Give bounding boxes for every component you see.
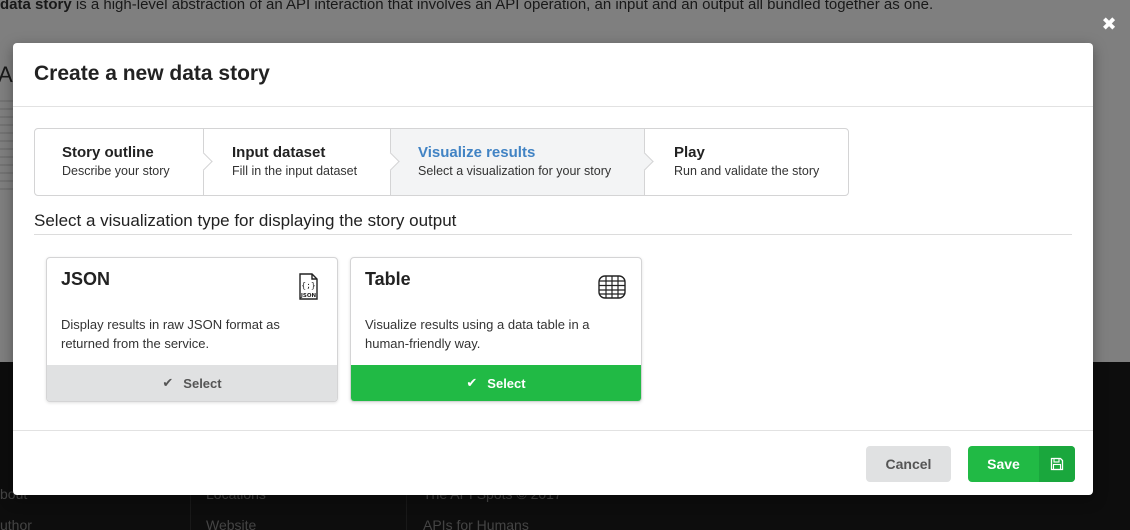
card-description: Visualize results using a data table in … [365,317,590,351]
step-story-outline[interactable]: Story outline Describe your story [35,129,213,195]
button-label: Select [487,375,526,391]
button-label: Select [183,375,222,391]
step-input-dataset[interactable]: Input dataset Fill in the input dataset [203,129,400,195]
save-button-label: Save [987,456,1020,472]
section-title: Select a visualization type for displayi… [34,211,1072,235]
modal-footer: Cancel Save [13,430,1093,495]
modal-header: Create a new data story [13,43,1093,107]
svg-text:{;}: {;} [301,281,315,290]
card-description: Display results in raw JSON format as re… [61,317,280,351]
step-title: Play [674,144,705,161]
step-visualize-results[interactable]: Visualize results Select a visualization… [390,129,654,195]
step-title: Visualize results [418,144,536,161]
step-description: Run and validate the story [674,164,820,178]
card-title: JSON [61,269,111,289]
step-play[interactable]: Play Run and validate the story [644,129,848,195]
step-title: Story outline [62,144,154,161]
save-button[interactable]: Save [968,446,1075,482]
step-title: Input dataset [232,144,326,161]
svg-text:JSON: JSON [300,293,317,299]
json-file-icon: {;} JSON [293,272,323,302]
create-story-modal: Create a new data story Story outline De… [13,43,1093,495]
step-description: Select a visualization for your story [418,164,612,178]
select-table-button[interactable]: ✔ Select [351,365,641,401]
card-title: Table [365,269,411,289]
cancel-button[interactable]: Cancel [866,446,951,482]
card-table: Table Visualize results using a data tab… [350,257,642,402]
check-icon: ✔ [162,375,174,390]
floppy-disk-icon [1039,446,1075,482]
select-json-button[interactable]: ✔ Select [47,365,337,401]
table-grid-icon [597,272,627,302]
card-json: JSON {;} JSON Display results in raw JSO… [46,257,338,402]
modal-title: Create a new data story [34,62,270,85]
check-icon: ✔ [466,375,478,390]
step-description: Fill in the input dataset [232,164,358,178]
close-icon[interactable]: ✖ [1099,13,1119,35]
step-description: Describe your story [62,164,170,178]
wizard-steps: Story outline Describe your story Input … [34,128,849,196]
